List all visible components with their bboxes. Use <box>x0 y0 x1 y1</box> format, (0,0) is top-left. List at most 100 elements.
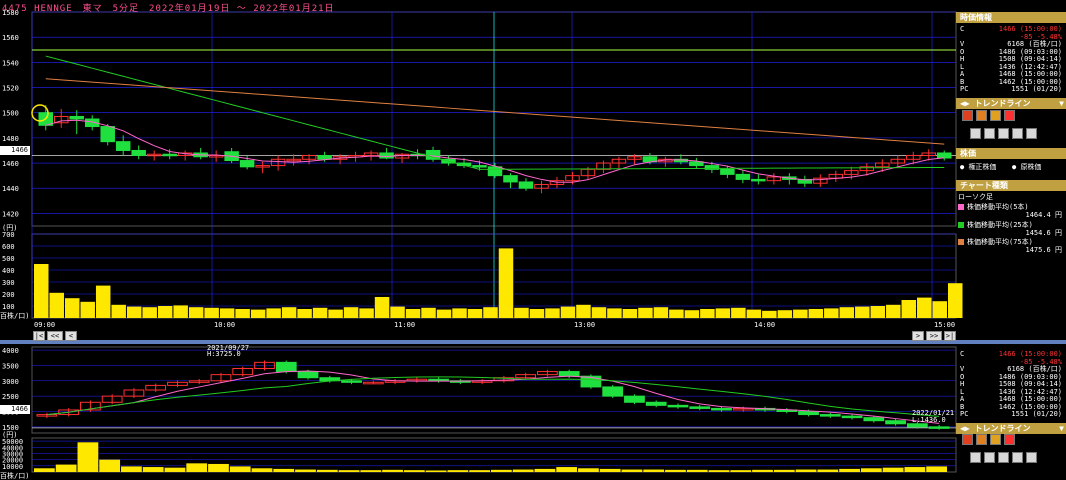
volume-bar <box>374 297 390 318</box>
candle-body <box>162 153 177 157</box>
volume-bar <box>731 307 746 318</box>
bottom-volume-bar <box>403 470 425 472</box>
candle-body <box>131 149 146 157</box>
bottom-candle-body <box>558 371 580 377</box>
nav-page-forward-button[interactable]: >> <box>926 331 942 341</box>
price-tick-label: 1520 <box>2 85 19 93</box>
bottom-line-tool-icon[interactable] <box>976 434 987 445</box>
settings-tool-icon[interactable] <box>1026 128 1037 139</box>
bottom-volume-bar <box>55 464 77 472</box>
save-tool-icon[interactable] <box>998 128 1009 139</box>
volume-bar <box>529 309 545 318</box>
volume-bar <box>173 305 188 318</box>
bottom-volume-bar <box>360 470 382 472</box>
bottom-candle-body <box>885 420 906 425</box>
bottom-candle-body <box>906 423 928 428</box>
nav-last-button[interactable]: >| <box>944 331 956 341</box>
price-tick-label: 1560 <box>2 34 19 42</box>
pen-tool-icon[interactable] <box>962 110 973 121</box>
bottom-volume-bar <box>382 469 403 472</box>
ma5-legend[interactable]: 株価移動平均(5本) 1464.4 円 <box>958 203 1064 219</box>
volume-bar <box>80 301 95 318</box>
price-tick-label: 1500 <box>2 110 19 118</box>
volume-bar <box>498 248 514 318</box>
nav-first-button[interactable]: |< <box>33 331 45 341</box>
raw-price-radio[interactable]: ● 原株価 <box>1012 163 1041 171</box>
volume-bar <box>746 309 762 318</box>
volume-bar <box>917 297 932 318</box>
nav-forward-button[interactable]: > <box>912 331 924 341</box>
ma75-line <box>45 78 945 145</box>
bottom-settings-tool-icon[interactable] <box>1026 452 1037 463</box>
bottom-delete-tool-icon[interactable] <box>1004 434 1015 445</box>
bottom-volume-bar <box>795 469 817 472</box>
volume-bar <box>855 306 870 318</box>
volume-bar <box>839 307 855 318</box>
trendline-left-arrow[interactable]: ◀▶ <box>960 99 974 108</box>
delete-tool-icon[interactable] <box>1004 110 1015 121</box>
bottom-candle-body <box>819 414 841 417</box>
time-label: 15:00 <box>934 321 955 329</box>
volume-bar <box>607 308 622 318</box>
bottom-price-tick-label: 3000 <box>2 378 19 386</box>
bottom-candle-body <box>341 380 362 383</box>
price-tick-label: 1480 <box>2 135 19 143</box>
candle-body <box>937 152 952 159</box>
bottom-volume-bar <box>773 469 795 472</box>
volume-bar <box>281 307 297 318</box>
bottom-candle-body <box>841 415 863 419</box>
candle-body <box>487 166 503 177</box>
trendline-toggle-icon[interactable]: ▼ <box>1059 98 1064 109</box>
adjusted-price-radio[interactable]: ● 権正株価 <box>960 163 996 171</box>
bottom-volume-bar <box>665 469 686 472</box>
bottom-pen-tool-icon[interactable] <box>962 434 973 445</box>
bottom-candle-body <box>602 386 624 397</box>
bottom-trendline-toggle-icon[interactable]: ▼ <box>1059 423 1064 434</box>
bottom-volume-bar <box>77 442 99 472</box>
trendline-label: トレンドライン <box>974 99 1031 108</box>
ma5-value: 1464.4 円 <box>1025 211 1062 219</box>
time-label: 13:00 <box>574 321 595 329</box>
bottom-trendline-left-arrow[interactable]: ◀▶ <box>960 424 974 433</box>
bottom-volume-bar <box>99 459 121 472</box>
bottom-volume-tick-label: 10000 <box>2 463 23 471</box>
volume-bar <box>266 308 281 318</box>
bottom-volume-bar <box>208 463 229 472</box>
bottom-save-tool-icon[interactable] <box>998 452 1009 463</box>
bottom-candle-body <box>297 371 319 379</box>
volume-bar <box>560 306 576 318</box>
bottom-channel-tool-icon[interactable] <box>990 434 1001 445</box>
current-price-tag: 1466 <box>0 146 30 155</box>
ma25-legend[interactable]: 株価移動平均(25本) 1454.6 円 <box>958 221 1064 237</box>
nav-page-back-button[interactable]: << <box>47 331 63 341</box>
line-tool-icon[interactable] <box>976 110 987 121</box>
volume-bar <box>452 308 467 318</box>
bottom-volume-bar <box>316 469 338 472</box>
volume-bar <box>545 308 560 318</box>
bottom-info-value: 1551 (01/20) <box>1011 410 1062 418</box>
volume-bar <box>421 307 436 318</box>
volume-bar <box>808 309 824 318</box>
panel-divider <box>0 340 1066 344</box>
price-tick-label: 1540 <box>2 59 19 67</box>
bottom-trendline-header[interactable]: ◀▶ トレンドライン ▼ <box>956 423 1066 434</box>
ma75-legend[interactable]: 株価移動平均(75本) 1475.6 円 <box>958 238 1064 254</box>
bottom-copy-tool-icon[interactable] <box>984 452 995 463</box>
volume-bar <box>64 298 80 318</box>
bottom-volume-bar <box>229 466 251 472</box>
copy-tool-icon[interactable] <box>984 128 995 139</box>
cursor-tool-icon[interactable] <box>970 128 981 139</box>
volume-tick-label: 600 <box>2 243 15 251</box>
nav-back-button[interactable]: < <box>65 331 77 341</box>
volume-bar <box>762 310 777 318</box>
bottom-print-tool-icon[interactable] <box>1012 452 1023 463</box>
bottom-volume-bar <box>164 467 186 472</box>
channel-tool-icon[interactable] <box>990 110 1001 121</box>
volume-tick-label: 500 <box>2 255 15 263</box>
bottom-cursor-tool-icon[interactable] <box>970 452 981 463</box>
bottom-volume-bar <box>512 469 534 472</box>
print-tool-icon[interactable] <box>1012 128 1023 139</box>
bottom-volume-bar <box>295 469 316 472</box>
chart-type-value[interactable]: ローソク足 <box>958 193 1064 201</box>
trendline-header[interactable]: ◀▶ トレンドライン ▼ <box>956 98 1066 109</box>
